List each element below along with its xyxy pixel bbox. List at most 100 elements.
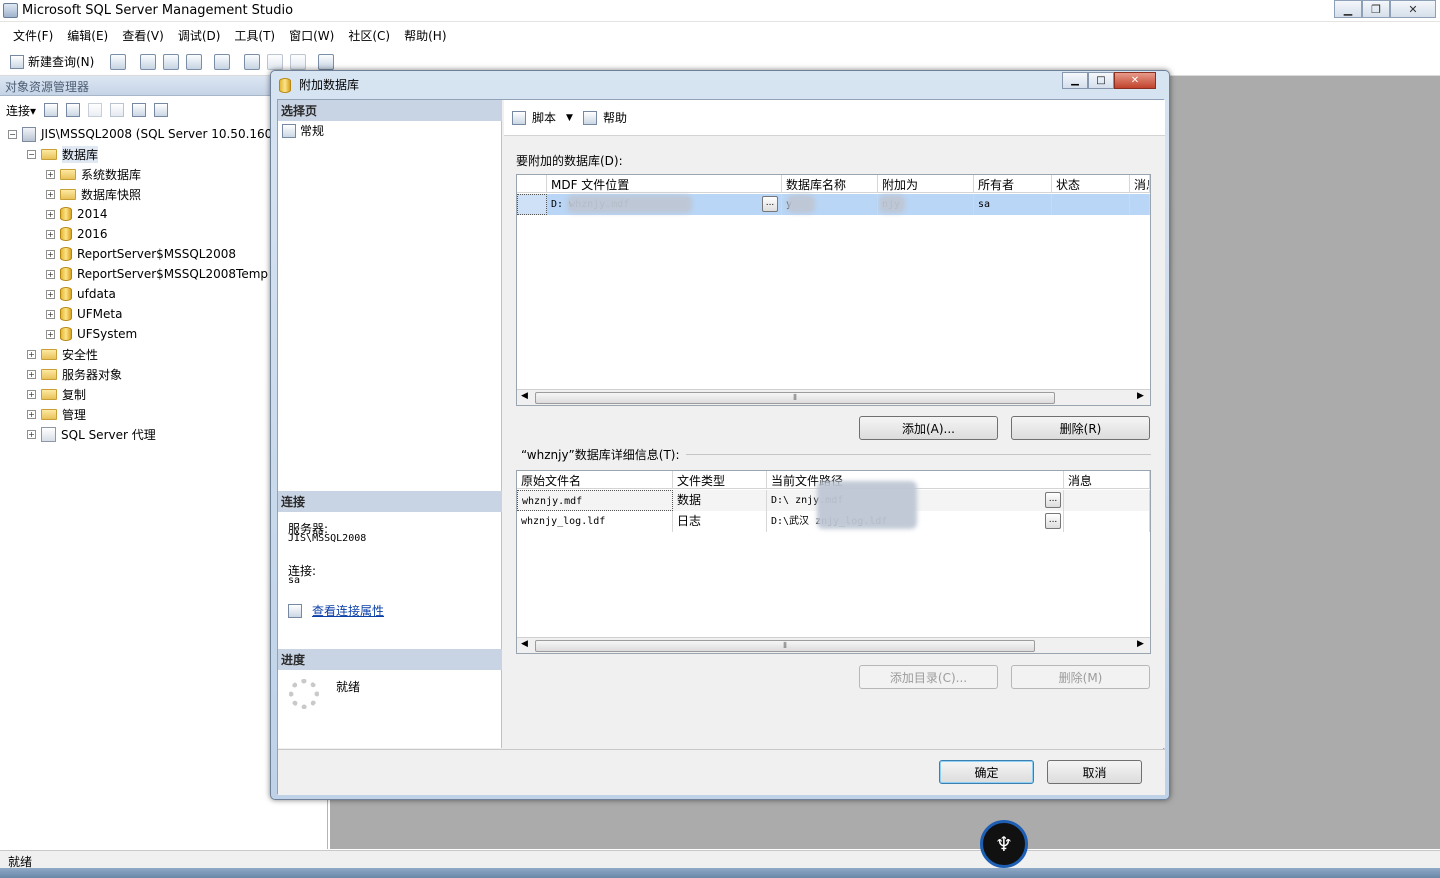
maximize-icon[interactable]: □ [1088, 72, 1114, 89]
expand-icon[interactable]: + [27, 369, 36, 379]
activity-monitor-icon[interactable] [318, 54, 334, 70]
menu-file[interactable]: 文件(F) [6, 27, 60, 44]
expand-icon[interactable]: + [27, 389, 36, 399]
expand-icon[interactable]: + [46, 309, 55, 319]
details-grid-hscroll[interactable]: ◀ ⦀ ▶ [517, 637, 1150, 653]
view-connection-properties-link[interactable]: 查看连接属性 [312, 602, 384, 619]
attach-grid-hscroll[interactable]: ◀ ⦀ ▶ [517, 389, 1150, 405]
owner-cell[interactable]: sa [974, 194, 1052, 215]
tree-databases-node[interactable]: − 数据库 [27, 144, 99, 164]
connect-dropdown[interactable]: 连接▾ [6, 102, 36, 119]
column-status[interactable]: 状态 [1052, 175, 1130, 192]
refresh-icon[interactable] [132, 103, 147, 117]
minimize-icon[interactable]: ▁ [1334, 0, 1362, 18]
tree-server-node[interactable]: − JIS\MSSQL2008 (SQL Server 10.50.1600 [8, 124, 280, 144]
expand-icon[interactable]: + [27, 429, 36, 439]
database-engine-query-icon[interactable] [140, 54, 156, 70]
maximize-icon[interactable]: ❐ [1362, 0, 1390, 18]
column-attach-as[interactable]: 附加为 [878, 175, 974, 192]
tree-item-db-ufdata[interactable]: + ufdata [46, 284, 116, 304]
remove-button[interactable]: 删除(R) [1011, 416, 1150, 440]
scroll-left-icon[interactable]: ◀ [521, 639, 528, 649]
expand-icon[interactable]: + [46, 249, 55, 259]
tree-item-db-reportserver-temp[interactable]: + ReportServer$MSSQL2008Temp [46, 264, 268, 284]
row-selector[interactable] [517, 194, 547, 215]
browse-path-button[interactable]: ... [1045, 513, 1061, 529]
mdx-query-icon[interactable] [186, 54, 202, 70]
tree-item-db-ufmeta[interactable]: + UFMeta [46, 304, 122, 324]
original-filename-cell[interactable]: whznjy.mdf [517, 490, 673, 511]
expand-icon[interactable]: + [46, 329, 55, 339]
collapse-icon[interactable]: − [27, 149, 36, 159]
script-button[interactable]: 脚本 [532, 109, 556, 126]
menu-edit[interactable]: 编辑(E) [60, 27, 115, 44]
disconnect-icon[interactable] [66, 103, 81, 117]
scroll-right-icon[interactable]: ▶ [1137, 391, 1144, 401]
close-icon[interactable]: ✕ [1390, 0, 1436, 18]
tree-item-db-reportserver[interactable]: + ReportServer$MSSQL2008 [46, 244, 236, 264]
file-type-cell[interactable]: 日志 [673, 511, 767, 532]
menu-view[interactable]: 查看(V) [115, 27, 171, 44]
open-file-icon[interactable] [244, 54, 260, 70]
scroll-right-icon[interactable]: ▶ [1137, 639, 1144, 649]
tree-item-db-ufsystem[interactable]: + UFSystem [46, 324, 137, 344]
menu-help[interactable]: 帮助(H) [397, 27, 453, 44]
tree-item-db-2014[interactable]: + 2014 [46, 204, 108, 224]
connect-icon[interactable] [44, 103, 59, 117]
new-file-icon[interactable] [110, 54, 126, 70]
scroll-left-icon[interactable]: ◀ [521, 391, 528, 401]
column-details-message[interactable]: 消息 [1064, 471, 1150, 488]
tree-item-sql-agent[interactable]: + SQL Server 代理 [27, 424, 156, 444]
view-connection-properties[interactable]: 查看连接属性 [288, 602, 384, 619]
chevron-down-icon[interactable]: ▼ [566, 113, 573, 123]
ok-button[interactable]: 确定 [939, 760, 1034, 784]
save-icon[interactable] [267, 54, 283, 70]
tree-item-security[interactable]: + 安全性 [27, 344, 98, 364]
original-filename-cell[interactable]: whznjy_log.ldf [517, 511, 673, 532]
column-owner[interactable]: 所有者 [974, 175, 1052, 192]
expand-icon[interactable]: + [46, 209, 55, 219]
collapse-icon[interactable]: − [8, 129, 17, 139]
tree-item-database-snapshots[interactable]: + 数据库快照 [46, 184, 141, 204]
close-icon[interactable]: ✕ [1114, 72, 1156, 89]
expand-icon[interactable]: + [27, 409, 36, 419]
tree-item-replication[interactable]: + 复制 [27, 384, 86, 404]
expand-icon[interactable]: + [46, 169, 55, 179]
remove-file-button[interactable]: 删除(M) [1011, 665, 1150, 689]
browse-path-button[interactable]: ... [1045, 492, 1061, 508]
menu-tools[interactable]: 工具(T) [227, 27, 282, 44]
add-catalog-button[interactable]: 添加目录(C)... [859, 665, 998, 689]
expand-icon[interactable]: + [46, 189, 55, 199]
column-original-filename[interactable]: 原始文件名 [517, 471, 673, 488]
tree-item-system-databases[interactable]: + 系统数据库 [46, 164, 141, 184]
print-icon[interactable] [290, 54, 306, 70]
stop-icon[interactable] [88, 103, 103, 117]
menu-community[interactable]: 社区(C) [341, 27, 397, 44]
column-database-name[interactable]: 数据库名称 [782, 175, 878, 192]
page-general[interactable]: 常规 [282, 122, 324, 139]
tree-item-management[interactable]: + 管理 [27, 404, 86, 424]
tree-item-db-2016[interactable]: + 2016 [46, 224, 108, 244]
tree-item-server-objects[interactable]: + 服务器对象 [27, 364, 122, 384]
file-type-cell[interactable]: 数据 [673, 490, 767, 511]
add-button[interactable]: 添加(A)... [859, 416, 998, 440]
help-button[interactable]: 帮助 [603, 109, 627, 126]
expand-icon[interactable]: + [46, 289, 55, 299]
expand-icon[interactable]: + [46, 229, 55, 239]
expand-icon[interactable]: + [27, 349, 36, 359]
scroll-thumb[interactable]: ⦀ [535, 640, 1035, 652]
new-query-button[interactable]: 新建查询(N) [10, 53, 94, 70]
column-file-type[interactable]: 文件类型 [673, 471, 767, 488]
scroll-thumb[interactable]: ⦀ [535, 392, 1055, 404]
minimize-icon[interactable]: ▁ [1062, 72, 1088, 89]
menu-window[interactable]: 窗口(W) [282, 27, 341, 44]
tooth-logo-icon[interactable]: ♆ [980, 820, 1028, 868]
column-message[interactable]: 消息 [1130, 175, 1150, 192]
summary-icon[interactable] [154, 103, 169, 117]
menu-debug[interactable]: 调试(D) [171, 27, 228, 44]
browse-mdf-button[interactable]: ... [762, 196, 778, 212]
cancel-button[interactable]: 取消 [1047, 760, 1142, 784]
copy-file-icon[interactable] [214, 54, 230, 70]
analysis-query-icon[interactable] [163, 54, 179, 70]
expand-icon[interactable]: + [46, 269, 55, 279]
